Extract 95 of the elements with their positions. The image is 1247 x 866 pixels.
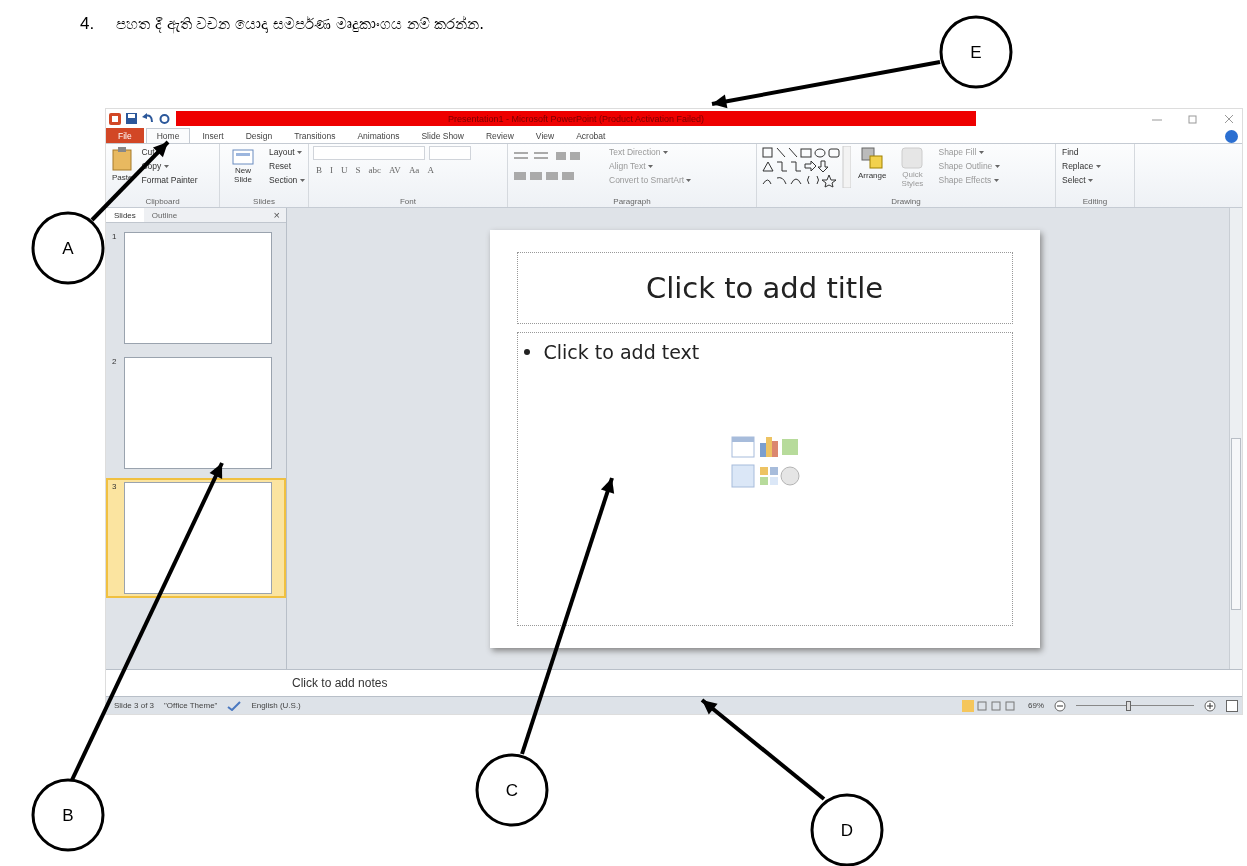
font-size-field[interactable] [429,146,471,160]
caret-icon [299,179,305,183]
insert-content-icons-drawing[interactable] [729,435,800,491]
font-format-button[interactable]: A [424,164,437,176]
pane-tab[interactable]: Outline [143,208,186,222]
window-title: Presentation1 - Microsoft PowerPoint (Product Activation Failed) [447,113,705,124]
save-icon[interactable] [126,113,137,124]
callout-letter: D [840,821,854,840]
font-format-button[interactable]: I [327,164,336,176]
title-placeholder-text: Click to add title [645,271,884,305]
arrange-button[interactable]: Arrange [856,146,889,181]
callout-letter: E [970,43,982,62]
pane-tab[interactable]: Slides [106,208,144,222]
zoom-level: 69% [1028,701,1044,710]
replace-button[interactable]: Replace [1060,160,1103,172]
layout-button[interactable]: Layout [267,146,307,158]
view-buttons-icon[interactable] [962,699,1018,712]
help-icon[interactable] [1225,130,1238,143]
font-format-button[interactable]: S [352,164,364,176]
question-number: 4. [80,14,95,34]
caret-icon [978,151,984,155]
callout-letter: B [62,806,74,825]
caret-icon [296,151,302,155]
slide-thumbnail-row[interactable]: 1 [106,228,286,348]
font-format-button[interactable]: AV [386,164,404,176]
slide-icon [232,147,254,165]
shapes-gallery-icon[interactable] [761,146,851,188]
font-name-field[interactable] [313,146,425,160]
ribbon-tab[interactable]: Animations [347,128,410,143]
title-placeholder[interactable]: Click to add title [516,252,1013,324]
section-button[interactable]: Section [267,174,307,186]
font-format-button[interactable]: Aa [405,164,423,176]
select-button[interactable]: Select [1060,174,1103,186]
file-tab[interactable]: File [106,128,144,143]
slide-thumbnail[interactable] [124,232,272,344]
slide-number: 1 [112,232,118,243]
slide-number: 3 [112,482,118,493]
reset-button[interactable]: Reset [267,160,307,172]
fit-to-window-icon[interactable] [1226,699,1238,712]
ribbon-tab[interactable]: Acrobat [566,128,616,143]
font-format-button[interactable]: U [338,164,351,176]
restore-icon[interactable] [1188,113,1198,124]
group-label: Slides [252,197,276,207]
ribbon-tab[interactable]: Insert [192,128,234,143]
content-placeholder[interactable]: Click to add text [516,332,1013,626]
font-format-button[interactable]: abc [365,164,385,176]
bullet-icon [523,349,530,355]
slide-number: 2 [112,357,118,368]
undo-icon[interactable] [142,113,154,124]
close-icon[interactable] [1224,113,1234,124]
find-button[interactable]: Find [1060,146,1103,158]
group-label: Clipboard [144,197,181,207]
new-slide-button[interactable]: New Slide [224,146,262,186]
ribbon-tab[interactable]: Slide Show [411,128,474,143]
font-format-button[interactable]: B [313,164,325,176]
slide-thumbnail-row[interactable]: 2 [106,353,286,473]
callout-letter: C [505,781,519,800]
arrange-icon [861,147,884,169]
callout-letter: A [62,239,74,258]
slide-count: Slide 3 of 3 [114,701,155,710]
group-label: Font [399,197,417,207]
zoom-in-icon[interactable] [1204,699,1216,712]
slide-thumbnail[interactable] [124,357,272,469]
slide-thumbnail[interactable] [124,482,272,594]
cut-button[interactable]: Cut [139,146,200,158]
notes-placeholder: Click to add notes [292,676,388,690]
caret-icon [686,179,692,183]
ribbon-tab[interactable]: Design [235,128,283,143]
question-text: පහත දී ඇති වචන යොදා සමර්පණ මෘදුකාංගය නම් කරන්න. [116,15,485,33]
format-painter-button[interactable]: Format Painter [139,174,200,186]
group-label: Drawing [890,197,922,207]
content-placeholder-text: Click to add text [543,341,700,363]
caret-icon [163,165,169,169]
theme-name: "Office Theme" [164,701,218,710]
caret-icon [648,165,654,169]
caret-icon [1088,179,1093,183]
quick-styles-icon [901,147,924,169]
ribbon-tab[interactable]: Home [145,128,191,143]
caret-icon [1095,165,1101,169]
ribbon-tab[interactable]: Transitions [284,128,346,143]
caret-icon [993,179,999,183]
caret-icon [994,165,1000,169]
ribbon-tab[interactable]: View [525,128,565,143]
group-label: Editing [1081,197,1109,207]
ribbon-tab[interactable]: Review [476,128,524,143]
close-pane-button[interactable]: × [267,209,286,221]
clipboard-icon [112,147,133,171]
spellcheck-icon[interactable] [227,700,242,711]
app-logo-icon [109,112,121,125]
slide-thumbnail-row[interactable]: 3 [106,478,286,598]
group-label: Paragraph [612,197,652,207]
vertical-scrollbar[interactable] [1229,208,1242,669]
language-indicator[interactable]: English (U.S.) [251,701,301,710]
zoom-out-icon[interactable] [1054,699,1066,712]
caret-icon [662,151,668,155]
